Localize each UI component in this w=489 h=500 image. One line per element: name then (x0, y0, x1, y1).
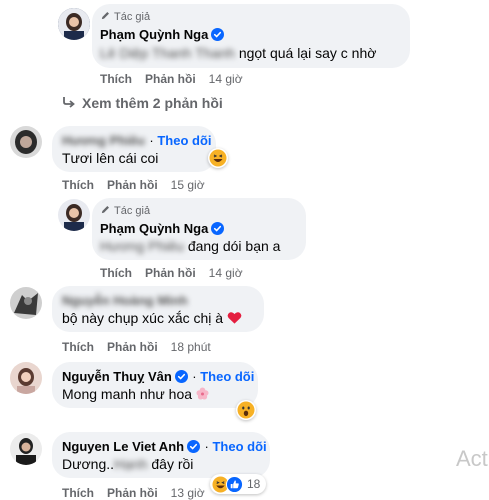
reply-button[interactable]: Phản hồi (107, 486, 158, 500)
reply-button[interactable]: Phản hồi (107, 340, 158, 354)
timestamp[interactable]: 13 giờ (171, 486, 205, 500)
cherry-blossom-icon (196, 387, 209, 403)
reply-button[interactable]: Phản hồi (145, 266, 196, 280)
comment-text: bộ này chụp xúc xắc chị à (62, 310, 224, 326)
timestamp[interactable]: 15 giờ (171, 178, 205, 192)
like-button[interactable]: Thích (62, 340, 94, 354)
comment-actions: Thích Phản hồi 13 giờ (62, 486, 205, 500)
reaction-count: 18 (247, 477, 261, 491)
comment-bubble: Tác giả Phạm Quỳnh Nga Lê Diệp Thanh Tha… (92, 4, 410, 68)
comment-actions: Thích Phản hồi 14 giờ (100, 72, 243, 86)
comment-actions: Thích Phản hồi 14 giờ (100, 266, 243, 280)
comment-actions: Thích Phản hồi 18 phút (62, 340, 211, 354)
timestamp[interactable]: 14 giờ (209, 266, 243, 280)
timestamp[interactable]: 14 giờ (209, 72, 243, 86)
like-reaction-icon (226, 475, 243, 493)
haha-reaction-icon[interactable] (208, 148, 228, 168)
verified-badge-icon (187, 440, 201, 453)
comment-author[interactable]: Nguyễn Hoàng Minh (62, 293, 188, 308)
timestamp[interactable]: 18 phút (171, 340, 211, 354)
reaction-summary[interactable]: 18 (210, 474, 267, 494)
view-more-replies-button[interactable]: Xem thêm 2 phản hồi (62, 95, 223, 111)
like-button[interactable]: Thích (62, 178, 94, 192)
comment-text: đây rồi (151, 456, 194, 472)
comment-author[interactable]: Phạm Quỳnh Nga (100, 221, 208, 236)
verified-badge-icon (174, 370, 188, 383)
reply-arrow-icon (62, 95, 76, 111)
pencil-icon (100, 204, 111, 218)
wow-reaction-icon[interactable] (236, 400, 256, 420)
follow-button[interactable]: Theo dõi (200, 369, 254, 384)
avatar[interactable] (58, 199, 90, 231)
avatar[interactable] (10, 362, 42, 394)
comment-author[interactable]: Nguyễn Thuỵ Vân (62, 369, 172, 384)
comment-bubble: Nguyễn Hoàng Minh bộ này chụp xúc xắc ch… (52, 286, 264, 332)
comment-author[interactable]: Nguyen Le Viet Anh (62, 439, 184, 454)
follow-button[interactable]: Theo dõi (157, 133, 211, 148)
reply-button[interactable]: Phản hồi (145, 72, 196, 86)
comment-bubble: Tác giả Phạm Quỳnh Nga Hương Phiêu đang … (92, 198, 306, 260)
comment-text: ngọt quá lại say c nhờ (238, 45, 377, 61)
mention-link[interactable]: Hương Phiêu (100, 238, 184, 254)
comment-author[interactable]: Hương Phiêu (62, 133, 145, 148)
avatar[interactable] (58, 8, 90, 40)
comment-bubble: Hương Phiêu · Theo dõi Tươi lên cái coi (52, 126, 216, 172)
comment-text: đang dói bạn a (187, 238, 281, 254)
author-tag: Tác giả (100, 204, 150, 218)
avatar[interactable] (10, 287, 42, 319)
mention-link[interactable]: Lê Diệp Thanh Thanh (100, 45, 235, 61)
like-button[interactable]: Thích (62, 486, 94, 500)
like-button[interactable]: Thích (100, 266, 132, 280)
author-tag: Tác giả (100, 10, 150, 24)
verified-badge-icon (211, 28, 225, 41)
pencil-icon (100, 10, 111, 24)
avatar[interactable] (10, 433, 42, 465)
comment-actions: Thích Phản hồi 15 giờ (62, 178, 205, 192)
follow-button[interactable]: Theo dõi (212, 439, 266, 454)
reply-button[interactable]: Phản hồi (107, 178, 158, 192)
comment-bubble: Nguyen Le Viet Anh · Theo dõi Dương..Hạn… (52, 432, 270, 478)
comment-author[interactable]: Phạm Quỳnh Nga (100, 27, 208, 42)
heart-icon (227, 311, 242, 328)
comment-text: Mong manh như hoa (62, 386, 193, 402)
like-button[interactable]: Thích (100, 72, 132, 86)
avatar[interactable] (10, 126, 42, 158)
comment-bubble: Nguyễn Thuỵ Vân · Theo dõi Mong manh như… (52, 362, 258, 408)
mention-link[interactable]: Dương..Hạnh (62, 456, 147, 472)
comment-text: Tươi lên cái coi (62, 150, 159, 166)
verified-badge-icon (211, 222, 225, 235)
activation-watermark: Acti (456, 446, 489, 471)
